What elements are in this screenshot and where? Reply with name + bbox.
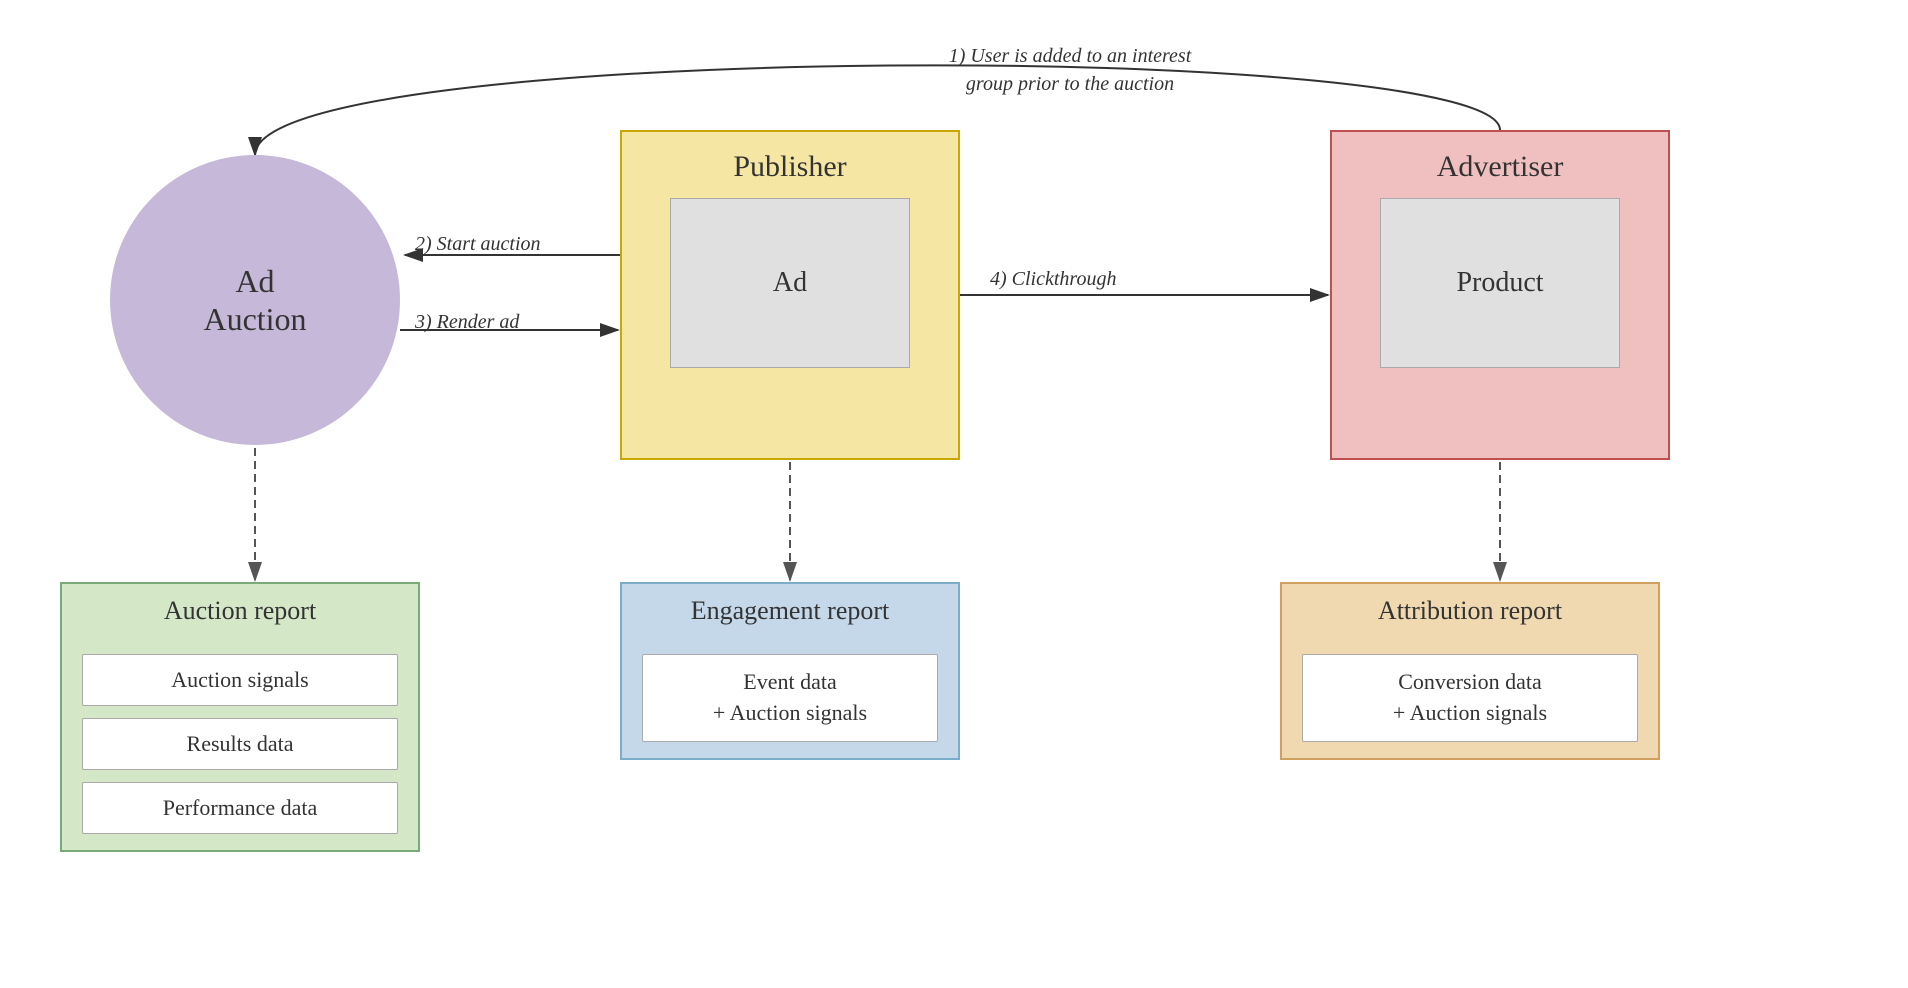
attribution-report-title: Attribution report [1282, 584, 1658, 638]
advertiser-box: Advertiser Product [1330, 130, 1670, 460]
product-label: Product [1456, 267, 1543, 299]
auction-report-body: Auction signals Results data Performance… [62, 638, 418, 850]
auction-report-box: Auction report Auction signals Results d… [60, 582, 420, 852]
conversion-data-item: Conversion data+ Auction signals [1302, 654, 1638, 742]
advertiser-title: Advertiser [1437, 150, 1564, 184]
annotation-step3: 3) Render ad [415, 308, 519, 336]
attribution-report-body: Conversion data+ Auction signals [1282, 638, 1658, 758]
engagement-report-body: Event data+ Auction signals [622, 638, 958, 758]
diagram-container: AdAuction Publisher Ad Advertiser Produc… [0, 0, 1908, 988]
ad-auction-circle: AdAuction [110, 155, 400, 445]
publisher-inner-box: Ad [670, 198, 910, 368]
event-data-item: Event data+ Auction signals [642, 654, 938, 742]
ad-auction-label: AdAuction [203, 262, 306, 339]
auction-report-title: Auction report [62, 584, 418, 638]
annotation-step4: 4) Clickthrough [990, 265, 1116, 293]
auction-signal-item: Auction signals [82, 654, 398, 706]
engagement-report-title: Engagement report [622, 584, 958, 638]
results-data-item: Results data [82, 718, 398, 770]
publisher-title: Publisher [733, 150, 846, 184]
publisher-box: Publisher Ad [620, 130, 960, 460]
engagement-report-box: Engagement report Event data+ Auction si… [620, 582, 960, 760]
annotation-step1: 1) User is added to an interestgroup pri… [880, 42, 1260, 98]
ad-label: Ad [773, 267, 807, 299]
attribution-report-box: Attribution report Conversion data+ Auct… [1280, 582, 1660, 760]
annotation-step2: 2) Start auction [415, 230, 541, 258]
performance-data-item: Performance data [82, 782, 398, 834]
advertiser-inner-box: Product [1380, 198, 1620, 368]
